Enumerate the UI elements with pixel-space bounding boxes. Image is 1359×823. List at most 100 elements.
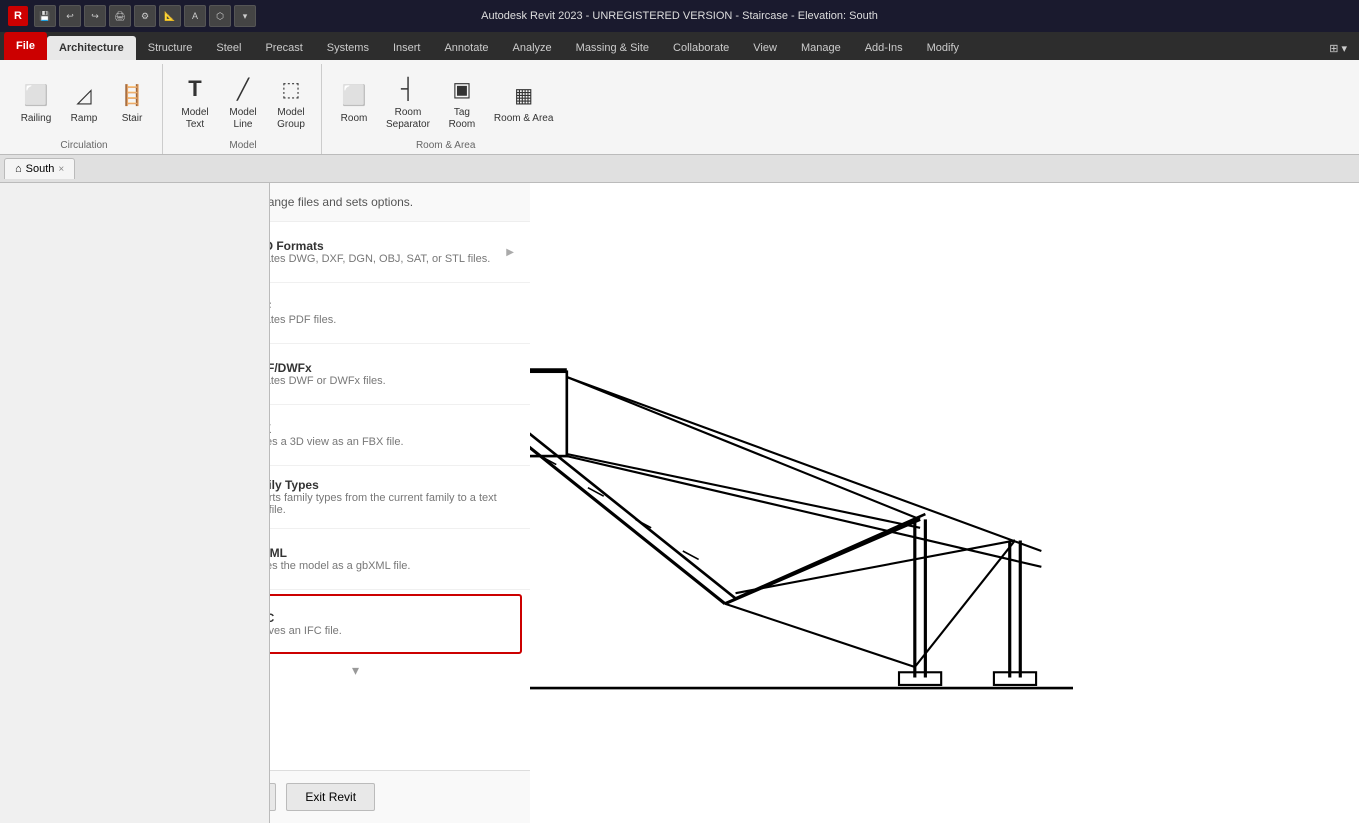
pdf-title: PDF — [270, 300, 336, 314]
pdf-desc: Creates PDF files. — [270, 314, 336, 326]
model-group-label-text: Model — [229, 140, 256, 154]
canvas-area[interactable]: 📄 New ▶ 📂 Open ▶ 💾 Save 💾 Save As ▶ — [270, 183, 1359, 823]
tab-collaborate[interactable]: Collaborate — [661, 36, 741, 60]
area-label: Room & Area — [494, 113, 553, 125]
export-ifc[interactable]: IFC IFC Saves an IFC file. — [270, 594, 522, 654]
export-family-types[interactable]: Family Types Exports family types from t… — [270, 466, 530, 529]
quick-access-toolbar: 💾 ↩ ↪ 🖨 ⚙ 📐 A ⬡ ▾ — [34, 5, 256, 27]
tag-room-icon: ▣ — [446, 73, 478, 105]
dwf-desc: Creates DWF or DWFx files. — [270, 375, 386, 387]
model-buttons: T ModelText ╱ ModelLine ⬚ ModelGroup — [173, 64, 313, 140]
cad-desc: Creates DWG, DXF, DGN, OBJ, SAT, or STL … — [270, 253, 490, 265]
area-button[interactable]: ▦ Room & Area — [488, 75, 559, 129]
model-text-icon: T — [179, 73, 211, 105]
export-tool-icon[interactable]: ⬡ — [209, 5, 231, 27]
view-tab-icon: ⌂ — [15, 163, 22, 175]
ribbon: ⬜ Railing ◿ Ramp 🪜 Stair Circulation T M… — [0, 60, 1359, 155]
main-area: 📄 New ▶ 📂 Open ▶ 💾 Save 💾 Save As ▶ — [0, 183, 1359, 823]
redo-icon[interactable]: ↪ — [84, 5, 106, 27]
undo-icon[interactable]: ↩ — [59, 5, 81, 27]
app-icon[interactable]: R — [8, 6, 28, 26]
room-area-buttons: ⬜ Room ┤ RoomSeparator ▣ TagRoom ▦ Room … — [332, 64, 559, 140]
scroll-indicator: ▾ — [270, 658, 530, 683]
model-line-button[interactable]: ╱ ModelLine — [221, 69, 265, 135]
model-group-button[interactable]: ⬚ ModelGroup — [269, 69, 313, 135]
tab-analyze[interactable]: Analyze — [501, 36, 564, 60]
model-group-icon: ⬚ — [275, 73, 307, 105]
tab-addins[interactable]: Add-Ins — [853, 36, 915, 60]
options-button[interactable]: Options — [270, 783, 276, 811]
stair-button[interactable]: 🪜 Stair — [110, 75, 154, 129]
tab-structure[interactable]: Structure — [136, 36, 205, 60]
export-header: Creates exchange files and sets options. — [270, 183, 530, 222]
tab-manage[interactable]: Manage — [789, 36, 853, 60]
dwf-title: DWF/DWFx — [270, 361, 386, 375]
ifc-text: IFC Saves an IFC file. — [270, 611, 342, 637]
export-fbx[interactable]: FBX FBX Saves a 3D view as an FBX file. — [270, 405, 530, 466]
print-icon[interactable]: 🖨 — [109, 5, 131, 27]
quick-access-dropdown[interactable]: ⊞ ▾ — [1317, 36, 1359, 60]
settings-icon[interactable]: ⚙ — [134, 5, 156, 27]
stair-icon: 🪜 — [116, 79, 148, 111]
ramp-icon: ◿ — [68, 79, 100, 111]
save-icon[interactable]: 💾 — [34, 5, 56, 27]
gbxml-desc: Saves the model as a gbXML file. — [270, 560, 410, 572]
view-tab-label: South — [26, 163, 55, 175]
railing-button[interactable]: ⬜ Railing — [14, 75, 58, 129]
export-cad-formats[interactable]: CAD CAD Formats Creates DWG, DXF, DGN, O… — [270, 222, 530, 283]
tab-architecture[interactable]: Architecture — [47, 36, 136, 60]
model-text-button[interactable]: T ModelText — [173, 69, 217, 135]
gbxml-text: gbXML Saves the model as a gbXML file. — [270, 546, 410, 572]
room-area-group-label: Room & Area — [416, 140, 475, 154]
file-menu-container: 📄 New ▶ 📂 Open ▶ 💾 Save 💾 Save As ▶ — [270, 183, 530, 823]
area-icon: ▦ — [508, 79, 540, 111]
model-line-icon: ╱ — [227, 73, 259, 105]
measure-icon[interactable]: 📐 — [159, 5, 181, 27]
export-gbxml[interactable]: GB gbXML Saves the model as a gbXML file… — [270, 529, 530, 590]
tab-systems[interactable]: Systems — [315, 36, 381, 60]
family-types-text: Family Types Exports family types from t… — [270, 478, 514, 516]
view-tab-close[interactable]: × — [58, 164, 64, 175]
exit-revit-button[interactable]: Exit Revit — [286, 783, 375, 811]
room-label: Room — [341, 113, 368, 125]
circulation-buttons: ⬜ Railing ◿ Ramp 🪜 Stair — [14, 64, 154, 140]
dropdown-arrow-icon[interactable]: ▾ — [234, 5, 256, 27]
tab-annotate[interactable]: Annotate — [432, 36, 500, 60]
tab-steel[interactable]: Steel — [204, 36, 253, 60]
room-separator-icon: ┤ — [392, 73, 424, 105]
export-dwf[interactable]: DWF DWF/DWFx Creates DWF or DWFx files. — [270, 344, 530, 405]
fbx-desc: Saves a 3D view as an FBX file. — [270, 436, 404, 448]
ribbon-group-circulation: ⬜ Railing ◿ Ramp 🪜 Stair Circulation — [6, 64, 163, 154]
cad-title: CAD Formats — [270, 239, 490, 253]
stair-label: Stair — [122, 113, 143, 125]
gbxml-title: gbXML — [270, 546, 410, 560]
tab-insert[interactable]: Insert — [381, 36, 433, 60]
fbx-title: FBX — [270, 422, 404, 436]
view-tab-bar: ⌂ South × — [0, 155, 1359, 183]
export-footer: Options Exit Revit — [270, 770, 530, 823]
tab-modify[interactable]: Modify — [915, 36, 971, 60]
cad-text: CAD Formats Creates DWG, DXF, DGN, OBJ, … — [270, 239, 490, 265]
ribbon-tab-bar: File Architecture Structure Steel Precas… — [0, 32, 1359, 60]
room-icon: ⬜ — [338, 79, 370, 111]
south-view-tab[interactable]: ⌂ South × — [4, 158, 75, 179]
fbx-text: FBX Saves a 3D view as an FBX file. — [270, 422, 404, 448]
text-tool-icon[interactable]: A — [184, 5, 206, 27]
export-pdf[interactable]: PDF PDF Creates PDF files. — [270, 283, 530, 344]
room-separator-button[interactable]: ┤ RoomSeparator — [380, 69, 436, 135]
model-line-label: ModelLine — [229, 107, 256, 131]
tab-file[interactable]: File — [4, 32, 47, 60]
cad-arrow: ▶ — [506, 247, 514, 258]
dwf-text: DWF/DWFx Creates DWF or DWFx files. — [270, 361, 386, 387]
tab-precast[interactable]: Precast — [253, 36, 314, 60]
room-button[interactable]: ⬜ Room — [332, 75, 376, 129]
ifc-desc: Saves an IFC file. — [270, 625, 342, 637]
project-browser — [0, 183, 270, 823]
ramp-button[interactable]: ◿ Ramp — [62, 75, 106, 129]
tab-massing[interactable]: Massing & Site — [564, 36, 661, 60]
pdf-text: PDF Creates PDF files. — [270, 300, 336, 326]
tab-view[interactable]: View — [741, 36, 789, 60]
window-title: Autodesk Revit 2023 - UNREGISTERED VERSI… — [481, 10, 878, 22]
ribbon-group-room-area: ⬜ Room ┤ RoomSeparator ▣ TagRoom ▦ Room … — [324, 64, 567, 154]
tag-room-button[interactable]: ▣ TagRoom — [440, 69, 484, 135]
